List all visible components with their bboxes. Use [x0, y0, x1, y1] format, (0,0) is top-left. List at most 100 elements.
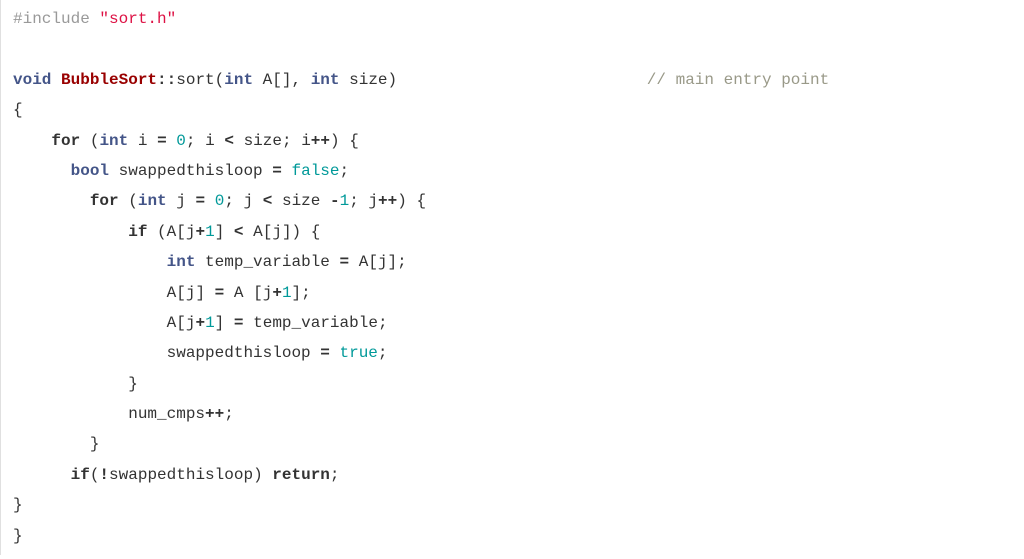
token-sp	[196, 132, 206, 150]
token-num: 1	[205, 223, 215, 241]
token-num: 1	[205, 314, 215, 332]
token-pun: (	[215, 71, 225, 89]
token-type: int	[311, 71, 340, 89]
token-id: A	[234, 284, 244, 302]
token-pun: }	[13, 496, 23, 514]
indent	[13, 466, 71, 484]
token-pun: ]	[215, 314, 225, 332]
token-sp	[234, 192, 244, 210]
token-op: <	[224, 132, 234, 150]
token-sp	[340, 71, 350, 89]
token-kw: return	[272, 466, 330, 484]
token-op: ++	[205, 405, 224, 423]
code-line: }	[13, 429, 1012, 459]
token-sp	[224, 284, 234, 302]
token-id: j	[186, 314, 196, 332]
token-type: int	[138, 192, 167, 210]
token-sp	[215, 132, 225, 150]
token-sp	[109, 162, 119, 180]
token-sp	[234, 132, 244, 150]
token-sp	[311, 344, 321, 362]
code-line	[13, 34, 1012, 64]
code-line: num_cmps++;	[13, 399, 1012, 429]
token-pun: ;	[282, 132, 292, 150]
token-num: 0	[215, 192, 225, 210]
code-line: swappedthisloop = true;	[13, 338, 1012, 368]
token-pun: ;	[349, 192, 359, 210]
token-sp	[147, 223, 157, 241]
token-op: =	[320, 344, 330, 362]
token-pp: #include	[13, 10, 99, 28]
token-pun: [	[176, 314, 186, 332]
token-sp	[51, 71, 61, 89]
token-str: "sort.h"	[99, 10, 176, 28]
indent	[13, 162, 71, 180]
token-pun: ;	[340, 162, 350, 180]
token-pun: ];	[292, 284, 311, 302]
token-pun: }	[13, 527, 23, 545]
token-id: A	[167, 284, 177, 302]
token-op: -	[330, 192, 340, 210]
indent	[13, 405, 128, 423]
code-line: }	[13, 521, 1012, 551]
indent	[13, 253, 167, 271]
token-op: ::	[157, 71, 176, 89]
token-pun: [],	[272, 71, 301, 89]
token-op: +	[195, 314, 205, 332]
token-id: j	[272, 223, 282, 241]
token-type: int	[99, 132, 128, 150]
token-id: swappedthisloop	[109, 466, 253, 484]
token-type: int	[167, 253, 196, 271]
token-sp	[80, 132, 90, 150]
token-pun: ;	[330, 466, 340, 484]
code-line: if (A[j+1] < A[j]) {	[13, 217, 1012, 247]
code-line: }	[13, 490, 1012, 520]
token-sp	[359, 192, 369, 210]
code-line: A[j] = A [j+1];	[13, 278, 1012, 308]
token-pun: (	[90, 466, 100, 484]
code-line: {	[13, 95, 1012, 125]
token-op: +	[195, 223, 205, 241]
token-sp	[205, 284, 215, 302]
token-id: i	[301, 132, 311, 150]
code-line: bool swappedthisloop = false;	[13, 156, 1012, 186]
indent	[13, 284, 167, 302]
token-sp	[244, 223, 254, 241]
token-pun: }	[128, 375, 138, 393]
token-pun: [	[253, 284, 263, 302]
token-kw: for	[51, 132, 80, 150]
token-pun: {	[311, 223, 321, 241]
token-op: =	[234, 314, 244, 332]
token-sp	[272, 192, 282, 210]
token-sp	[224, 314, 234, 332]
token-id: size	[349, 71, 387, 89]
token-sp	[147, 132, 157, 150]
token-op: ++	[311, 132, 330, 150]
token-pun: ]	[195, 284, 205, 302]
token-kw: for	[90, 192, 119, 210]
token-fn: BubbleSort	[61, 71, 157, 89]
token-op: ++	[378, 192, 397, 210]
indent	[13, 314, 167, 332]
token-id: j	[186, 284, 196, 302]
token-sp	[292, 132, 302, 150]
token-id: j	[176, 192, 186, 210]
indent	[13, 344, 167, 362]
token-sp	[397, 71, 647, 89]
code-line: #include "sort.h"	[13, 4, 1012, 34]
token-pun: ]	[215, 223, 225, 241]
token-id: sort	[176, 71, 214, 89]
token-sp	[167, 192, 177, 210]
token-id: A	[167, 223, 177, 241]
token-id: j	[244, 192, 254, 210]
token-id: j	[378, 253, 388, 271]
token-id: size	[282, 192, 320, 210]
code-line: void BubbleSort::sort(int A[], int size)…	[13, 65, 1012, 95]
token-sp	[253, 192, 263, 210]
token-pun: ])	[282, 223, 301, 241]
token-sp	[244, 284, 254, 302]
token-pun: (	[90, 132, 100, 150]
token-pun: ;	[378, 344, 388, 362]
token-op: <	[234, 223, 244, 241]
token-pun: )	[330, 132, 340, 150]
